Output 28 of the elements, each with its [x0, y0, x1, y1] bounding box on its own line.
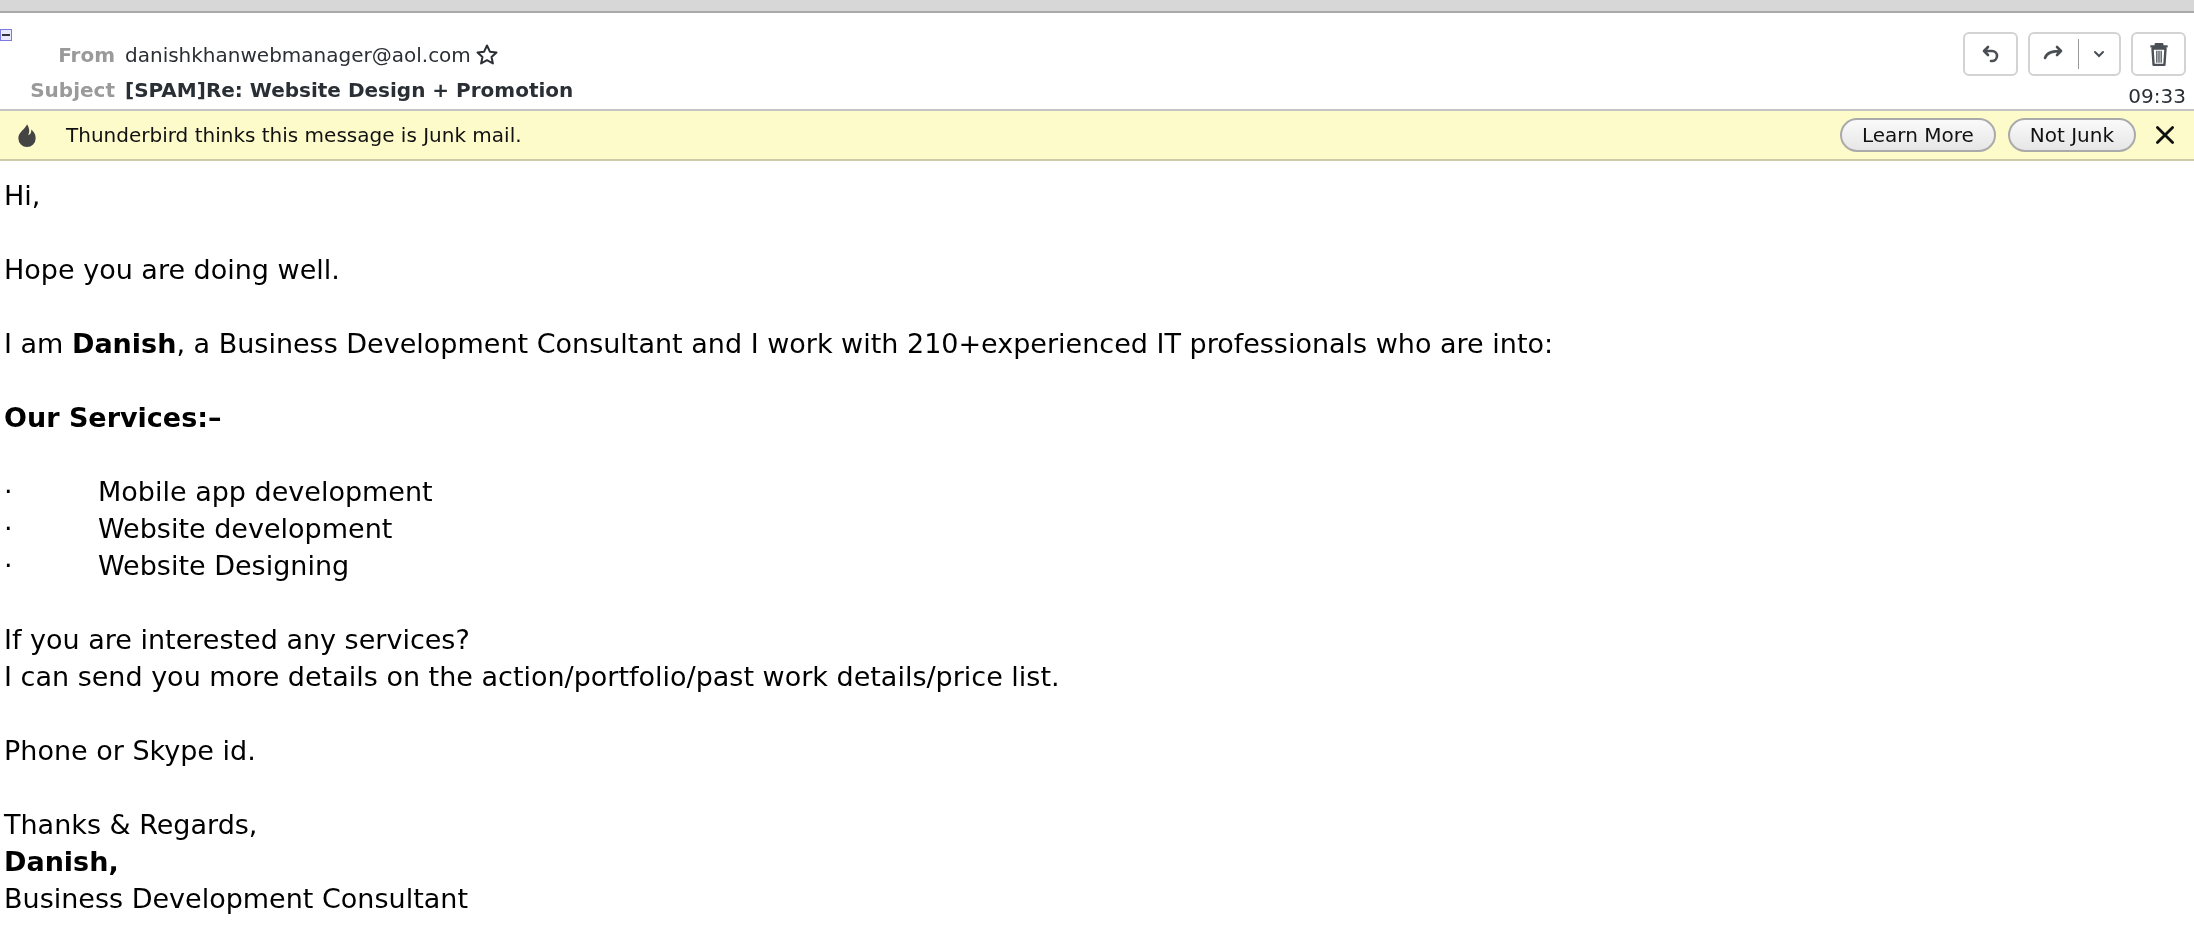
list-item-text: Website development [98, 512, 393, 546]
subject-text: [SPAM]Re: Website Design + Promotion [125, 77, 574, 102]
delete-button[interactable] [2131, 32, 2186, 76]
body-text: Business Development Consultant [4, 882, 468, 916]
bullet: · [4, 475, 14, 509]
junk-message: Thunderbird thinks this message is Junk mail. [66, 123, 523, 147]
body-text: Thanks & Regards, [4, 808, 258, 842]
body-text: If you are interested any services? [4, 623, 470, 657]
list-item-text: Website Designing [98, 549, 350, 583]
bullet: · [4, 549, 14, 583]
subject-label: Subject [29, 77, 115, 102]
star-icon[interactable] [474, 42, 499, 67]
list-item-text: Mobile app development [98, 475, 433, 509]
from-label: From [57, 42, 115, 67]
body-text: Danish, [4, 845, 119, 879]
message-time: 09:33 [2128, 84, 2186, 108]
body-text: Hi, [4, 179, 41, 213]
sender-address[interactable]: danishkhanwebmanager@aol.com [125, 42, 471, 67]
body-text: I can send you more details on the action/portfolio/past work details/price list. [4, 660, 1060, 694]
body-text: Hope you are doing well. [4, 253, 340, 287]
bullet: · [4, 512, 14, 546]
junk-bar-button[interactable]: Learn More [1839, 118, 1996, 152]
body-text: Phone or Skype id. [4, 734, 256, 768]
junk-bar-button[interactable]: Not Junk [2007, 118, 2136, 152]
reply-button[interactable] [1963, 32, 2018, 76]
body-text: I am Danish, a Business Development Consultant and I work with 210+experienced IT professionals who are into: [4, 327, 1554, 361]
body-text: Our Services:– [4, 401, 222, 435]
collapse-icon[interactable] [0, 29, 12, 41]
